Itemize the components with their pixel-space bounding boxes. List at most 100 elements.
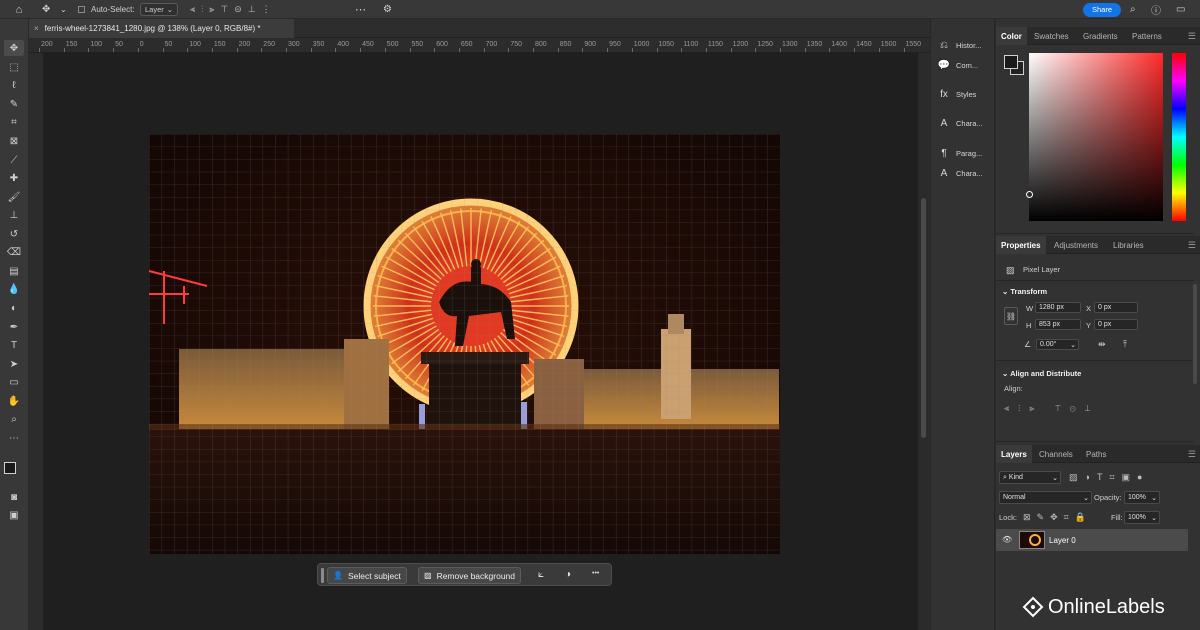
eraser-icon[interactable]: ⌫ xyxy=(4,244,24,260)
workspace-icon[interactable]: ▭ xyxy=(1176,0,1185,19)
tab-swatches[interactable]: Swatches xyxy=(1029,27,1074,45)
brush-tool-icon[interactable]: 🖌 xyxy=(4,189,24,205)
x-field[interactable]: 0 px xyxy=(1094,302,1138,313)
opacity-field[interactable]: 100% ⌄ xyxy=(1124,491,1160,504)
lock-all-icon[interactable]: 🔒 xyxy=(1075,512,1092,522)
align-section-title[interactable]: ⌄ Align and Distribute xyxy=(1002,369,1081,378)
flip-vertical-icon[interactable]: ⤒ xyxy=(1123,339,1127,350)
align-middle-icon[interactable]: ⊝ xyxy=(234,4,248,15)
zoom-tool-icon[interactable]: ⌕ xyxy=(4,411,24,427)
share-button[interactable]: Share xyxy=(1083,0,1122,19)
link-icon[interactable]: ⛓ xyxy=(1004,307,1018,325)
close-tab-icon[interactable]: × xyxy=(34,24,39,33)
align-top-icon[interactable]: ⊤ xyxy=(220,4,234,15)
layer-filter-icons[interactable]: ▨◑T⌗▣● xyxy=(1069,472,1149,483)
height-field[interactable]: 853 px xyxy=(1035,319,1081,330)
healing-brush-icon[interactable]: ✚ xyxy=(4,170,24,186)
tab-properties[interactable]: Properties xyxy=(996,236,1046,254)
blend-mode-dropdown[interactable]: Normal ⌄ xyxy=(999,491,1092,504)
select-subject-button[interactable]: 👤 Select subject xyxy=(327,567,407,584)
panel-menu-icon[interactable]: ☰ xyxy=(1188,240,1196,251)
path-selection-icon[interactable]: ➤ xyxy=(4,356,24,372)
align-left-icon[interactable]: ⫷ xyxy=(190,4,201,15)
lock-position-icon[interactable]: ✥ xyxy=(1050,512,1064,522)
home-icon[interactable]: ⌂ xyxy=(8,0,30,19)
panel-menu-icon[interactable]: ☰ xyxy=(1188,31,1196,42)
history-brush-icon[interactable]: ↺ xyxy=(4,226,24,242)
align-top-edges-icon[interactable]: ⊤ xyxy=(1055,403,1070,413)
gradient-tool-icon[interactable]: ▤ xyxy=(4,263,24,279)
align-horizontal-centers-icon[interactable]: ⫶ xyxy=(1018,403,1029,413)
properties-scrollbar[interactable] xyxy=(1193,284,1197,384)
layer-row[interactable]: 👁 Layer 0 xyxy=(996,529,1188,551)
align-right-icon[interactable]: ⫸ xyxy=(209,4,220,15)
paragraph-panel-button[interactable]: ¶ Parag... xyxy=(937,143,982,163)
lock-transparency-icon[interactable]: ⊠ xyxy=(1023,512,1037,522)
filter-kind-dropdown[interactable]: ⌕ Kind ⌄ xyxy=(999,471,1061,484)
filter-toggle-icon[interactable]: ● xyxy=(1137,472,1149,482)
eye-icon[interactable]: 👁 xyxy=(1002,535,1012,544)
quick-mask-icon[interactable]: ◙ xyxy=(4,489,24,505)
chevron-down-icon[interactable]: ⌄ xyxy=(60,0,67,19)
document-image[interactable] xyxy=(149,134,780,554)
hand-tool-icon[interactable]: ✋ xyxy=(4,393,24,409)
fill-field[interactable]: 100% ⌄ xyxy=(1124,511,1160,524)
move-tool-icon[interactable]: ✥ xyxy=(42,0,50,19)
remove-background-button[interactable]: ▨ Remove background xyxy=(418,567,521,584)
lock-pixels-icon[interactable]: ✎ xyxy=(1037,512,1051,522)
type-tool-icon[interactable]: T xyxy=(4,337,24,353)
tab-libraries[interactable]: Libraries xyxy=(1108,236,1149,254)
styles-panel-button[interactable]: fx Styles xyxy=(937,84,976,104)
tab-color[interactable]: Color xyxy=(996,27,1027,45)
auto-select-dropdown[interactable]: Layer ⌄ xyxy=(140,0,178,19)
lock-icons-row[interactable]: ⊠✎✥⌗🔒 xyxy=(1023,512,1092,523)
y-field[interactable]: 0 px xyxy=(1094,319,1138,330)
more-tools-icon[interactable]: ⋯ xyxy=(4,430,24,446)
history-panel-button[interactable]: ⎌ Histor... xyxy=(937,35,981,55)
filter-adjustment-icon[interactable]: ◑ xyxy=(1085,472,1097,482)
pen-tool-icon[interactable]: ✒ xyxy=(4,319,24,335)
align-buttons-group[interactable]: ⫷ ⫶ ⫸ ⊤ ⊝ ⊥ ⋮ xyxy=(190,0,277,19)
align-bottom-icon[interactable]: ⊥ xyxy=(248,4,262,15)
character-styles-panel-button[interactable]: A Chara... xyxy=(937,163,983,183)
distribute-icon[interactable]: ⋮ xyxy=(262,4,277,15)
vertical-scrollbar[interactable] xyxy=(918,53,930,630)
lasso-tool-icon[interactable]: ℓ xyxy=(4,77,24,93)
filter-smart-object-icon[interactable]: ▣ xyxy=(1122,472,1138,482)
lock-artboard-icon[interactable]: ⌗ xyxy=(1064,512,1075,522)
scrollbar-thumb[interactable] xyxy=(921,198,926,438)
quick-selection-icon[interactable]: ✎ xyxy=(4,96,24,112)
transform-icon[interactable]: ⟀ xyxy=(538,569,544,580)
more-options-icon[interactable]: ⋯ xyxy=(355,0,366,19)
tab-gradients[interactable]: Gradients xyxy=(1078,27,1123,45)
comments-panel-button[interactable]: 💬 Com... xyxy=(937,55,978,75)
tab-layers[interactable]: Layers xyxy=(996,445,1032,463)
frame-tool-icon[interactable]: ⊠ xyxy=(4,133,24,149)
marquee-tool-icon[interactable]: ⬚ xyxy=(4,59,24,75)
dodge-tool-icon[interactable]: ◐ xyxy=(4,300,24,316)
align-bottom-edges-icon[interactable]: ⊥ xyxy=(1085,403,1100,413)
foreground-color-chip[interactable] xyxy=(1004,55,1018,69)
blur-tool-icon[interactable]: 💧 xyxy=(4,281,24,297)
align-vertical-centers-icon[interactable]: ⊝ xyxy=(1070,403,1085,413)
hue-slider[interactable] xyxy=(1172,53,1186,221)
align-right-edges-icon[interactable]: ⫸ xyxy=(1029,403,1043,413)
character-panel-button[interactable]: A Chara... xyxy=(937,113,983,133)
panel-menu-icon[interactable]: ☰ xyxy=(1188,449,1196,460)
filter-shape-icon[interactable]: ⌗ xyxy=(1109,472,1121,482)
tab-patterns[interactable]: Patterns xyxy=(1127,27,1167,45)
align-icons-row[interactable]: ⫷⫶⫸ ⊤⊝⊥ xyxy=(1004,403,1100,414)
color-picker-field[interactable] xyxy=(1029,53,1163,221)
transform-section-title[interactable]: ⌄ Transform xyxy=(1002,287,1047,296)
clone-stamp-icon[interactable]: ⊥ xyxy=(4,207,24,223)
align-center-icon[interactable]: ⫶ xyxy=(201,4,209,15)
help-icon[interactable]: ⓘ xyxy=(1151,0,1161,19)
drag-handle[interactable] xyxy=(321,568,324,583)
width-field[interactable]: 1280 px xyxy=(1035,302,1081,313)
document-tab[interactable]: × ferris-wheel-1273841_1280.jpg @ 138% (… xyxy=(29,19,294,38)
eyedropper-icon[interactable]: ⟋ xyxy=(4,152,24,168)
adjustment-icon[interactable]: ◑ xyxy=(565,569,571,580)
gear-icon[interactable]: ⚙ xyxy=(383,0,392,19)
foreground-color-swatch[interactable] xyxy=(4,462,16,474)
color-picker-handle[interactable] xyxy=(1026,191,1033,198)
